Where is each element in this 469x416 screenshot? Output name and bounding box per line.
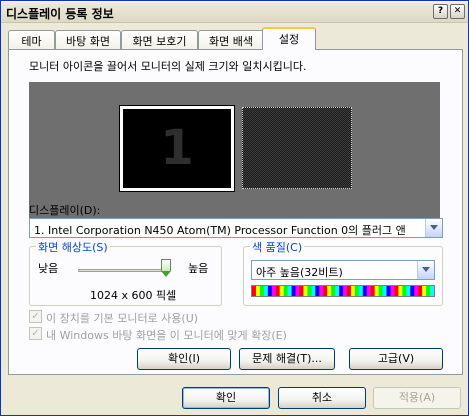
cancel-button[interactable]: 취소 xyxy=(278,387,366,409)
instruction-text: 모니터 아이콘을 끌어서 모니터의 실제 크기와 일치시킵니다. xyxy=(29,60,307,73)
display-label: 디스플레이(D): xyxy=(29,204,101,217)
chevron-down-icon[interactable] xyxy=(425,219,442,237)
resolution-slider-track[interactable] xyxy=(78,269,166,272)
help-button[interactable]: ? xyxy=(433,4,448,19)
monitor-1-number: 1 xyxy=(160,120,194,176)
monitor-1-icon[interactable]: 1 xyxy=(119,105,235,192)
display-select-value: 1. Intel Corporation N450 Atom(TM) Proce… xyxy=(34,224,406,237)
ok-button[interactable]: 확인 xyxy=(182,387,270,409)
title-bar[interactable]: 디스플레이 등록 정보 ? ✕ xyxy=(1,1,468,23)
display-select[interactable]: 1. Intel Corporation N450 Atom(TM) Proce… xyxy=(29,218,443,238)
color-quality-value: 아주 높음(32비트) xyxy=(256,266,343,279)
tab-desktop[interactable]: 바탕 화면 xyxy=(55,30,121,49)
tab-settings[interactable]: 설정 xyxy=(262,27,316,50)
resolution-group: 화면 해상도(S) 낮음 높음 1024 x 600 픽셀 xyxy=(29,239,222,306)
resolution-low-label: 낮음 xyxy=(38,262,59,275)
apply-button[interactable]: 적용(A) xyxy=(373,387,461,409)
resolution-value: 1024 x 600 픽셀 xyxy=(90,289,177,302)
color-spectrum-bar xyxy=(251,285,435,297)
advanced-button[interactable]: 고급(V) xyxy=(349,348,443,370)
resolution-slider-thumb[interactable] xyxy=(161,259,171,277)
settings-panel: 모니터 아이콘을 끌어서 모니터의 실제 크기와 일치시킵니다. 1 디스플레이… xyxy=(8,49,463,375)
tab-screensaver[interactable]: 화면 보호기 xyxy=(121,30,198,49)
resolution-group-title: 화면 해상도(S) xyxy=(36,239,110,255)
checkbox-check-icon: ✓ xyxy=(29,327,42,340)
display-properties-window: 디스플레이 등록 정보 ? ✕ 테마 바탕 화면 화면 보호기 화면 배색 설정… xyxy=(0,0,469,416)
resolution-high-label: 높음 xyxy=(188,262,209,275)
color-quality-group-title: 색 품질(C) xyxy=(250,239,305,255)
window-title: 디스플레이 등록 정보 xyxy=(6,7,114,21)
primary-monitor-label: 이 장치를 기본 모니터로 사용(U) xyxy=(46,312,199,325)
extend-desktop-label: 내 Windows 바탕 화면을 이 모니터에 맞게 확장(E) xyxy=(46,329,287,342)
checkbox-check-icon: ✓ xyxy=(29,310,42,323)
close-button[interactable]: ✕ xyxy=(450,4,465,19)
troubleshoot-button[interactable]: 문제 해결(T)... xyxy=(239,348,335,370)
color-spectrum-svg xyxy=(252,286,435,296)
tab-theme[interactable]: 테마 xyxy=(8,30,55,49)
color-quality-select[interactable]: 아주 높음(32비트) xyxy=(251,260,435,280)
chevron-down-icon[interactable] xyxy=(417,261,434,279)
identify-button[interactable]: 확인(I) xyxy=(137,348,231,370)
color-quality-group: 색 품질(C) 아주 높음(32비트) xyxy=(243,239,443,306)
monitor-2-icon[interactable] xyxy=(242,107,352,189)
tab-appearance[interactable]: 화면 배색 xyxy=(198,30,264,49)
